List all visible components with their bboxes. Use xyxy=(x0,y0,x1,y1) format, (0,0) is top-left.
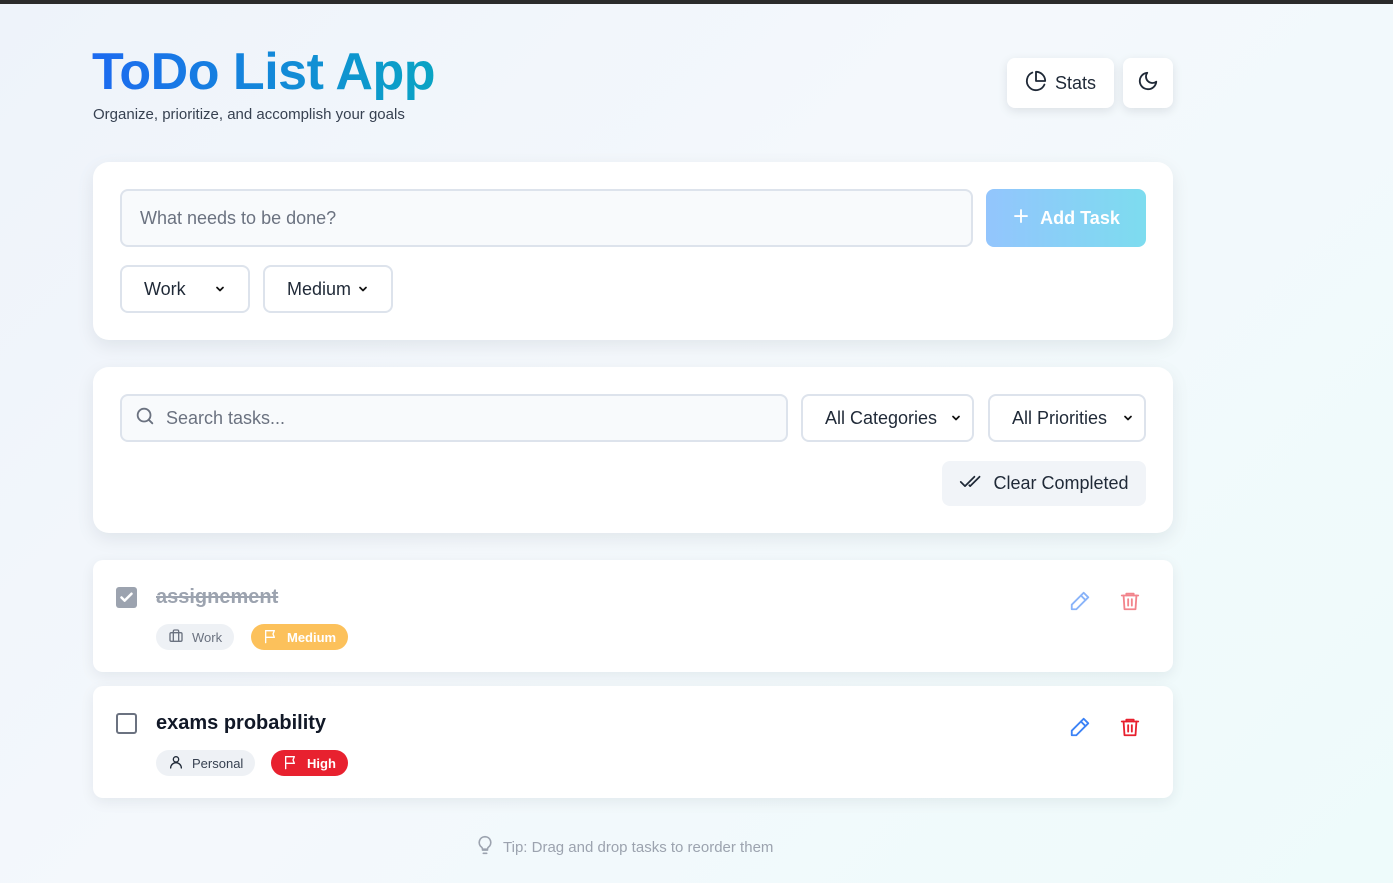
pencil-icon xyxy=(1069,716,1091,743)
task-title: exams probability xyxy=(156,712,327,734)
task-checkbox[interactable] xyxy=(116,587,137,608)
chevron-down-icon xyxy=(950,408,962,429)
task-title: assignement xyxy=(156,586,279,608)
category-badge: Work xyxy=(156,624,235,650)
new-task-input[interactable]: What needs to be done? xyxy=(120,189,973,247)
dark-mode-toggle[interactable] xyxy=(1123,58,1173,108)
filter-category-value: All Categories xyxy=(825,407,938,428)
add-task-card: What needs to be done? Add Task Work Med… xyxy=(93,162,1173,340)
search-icon xyxy=(134,405,156,432)
add-task-button[interactable]: Add Task xyxy=(986,189,1146,247)
tip-text: Tip: Drag and drop tasks to reorder them xyxy=(475,834,773,860)
task-checkbox[interactable] xyxy=(116,713,137,734)
task-item[interactable]: assignement Work Medium xyxy=(93,560,1173,672)
pencil-icon xyxy=(1069,590,1091,617)
priority-label: Medium xyxy=(287,629,337,645)
briefcase-icon xyxy=(168,628,184,647)
trash-icon xyxy=(1119,590,1141,617)
priority-select[interactable]: Medium xyxy=(263,265,393,313)
chevron-down-icon xyxy=(214,279,226,300)
task-item[interactable]: exams probability Personal High xyxy=(93,686,1173,798)
edit-button[interactable] xyxy=(1067,716,1093,742)
category-label: Work xyxy=(192,629,223,645)
category-select-value: Work xyxy=(144,278,186,299)
app-title: ToDo List App xyxy=(92,43,435,101)
priority-badge: High xyxy=(271,750,348,776)
stats-button[interactable]: Stats xyxy=(1007,58,1114,108)
priority-badge: Medium xyxy=(251,624,349,650)
category-select[interactable]: Work xyxy=(120,265,250,313)
clear-completed-label: Clear Completed xyxy=(993,473,1129,493)
chevron-down-icon xyxy=(357,279,369,300)
double-check-icon xyxy=(959,471,983,496)
search-placeholder: Search tasks... xyxy=(166,407,286,428)
edit-button[interactable] xyxy=(1067,590,1093,616)
lightbulb-icon xyxy=(475,834,495,860)
flag-icon xyxy=(263,628,279,647)
pie-chart-icon xyxy=(1025,70,1047,97)
clear-completed-button[interactable]: Clear Completed xyxy=(942,461,1146,506)
priority-label: High xyxy=(307,755,336,771)
trash-icon xyxy=(1119,716,1141,743)
tip-label: Tip: Drag and drop tasks to reorder them xyxy=(503,838,774,856)
app-subtitle: Organize, prioritize, and accomplish you… xyxy=(93,106,405,123)
priority-select-value: Medium xyxy=(287,278,352,299)
moon-icon xyxy=(1137,70,1159,97)
filter-priority-select[interactable]: All Priorities xyxy=(988,394,1146,442)
delete-button[interactable] xyxy=(1117,716,1143,742)
stats-label: Stats xyxy=(1054,72,1097,93)
window-top-bar xyxy=(0,0,1393,4)
add-task-label: Add Task xyxy=(1040,207,1120,228)
search-input[interactable]: Search tasks... xyxy=(120,394,788,442)
filter-priority-value: All Priorities xyxy=(1012,407,1108,428)
plus-icon xyxy=(1012,207,1030,230)
category-badge: Personal xyxy=(156,750,256,776)
user-icon xyxy=(168,754,184,773)
delete-button[interactable] xyxy=(1117,590,1143,616)
filter-card: Search tasks... All Categories All Prior… xyxy=(93,367,1173,533)
chevron-down-icon xyxy=(1122,408,1134,429)
flag-icon xyxy=(283,754,299,773)
category-label: Personal xyxy=(192,755,244,771)
filter-category-select[interactable]: All Categories xyxy=(801,394,974,442)
